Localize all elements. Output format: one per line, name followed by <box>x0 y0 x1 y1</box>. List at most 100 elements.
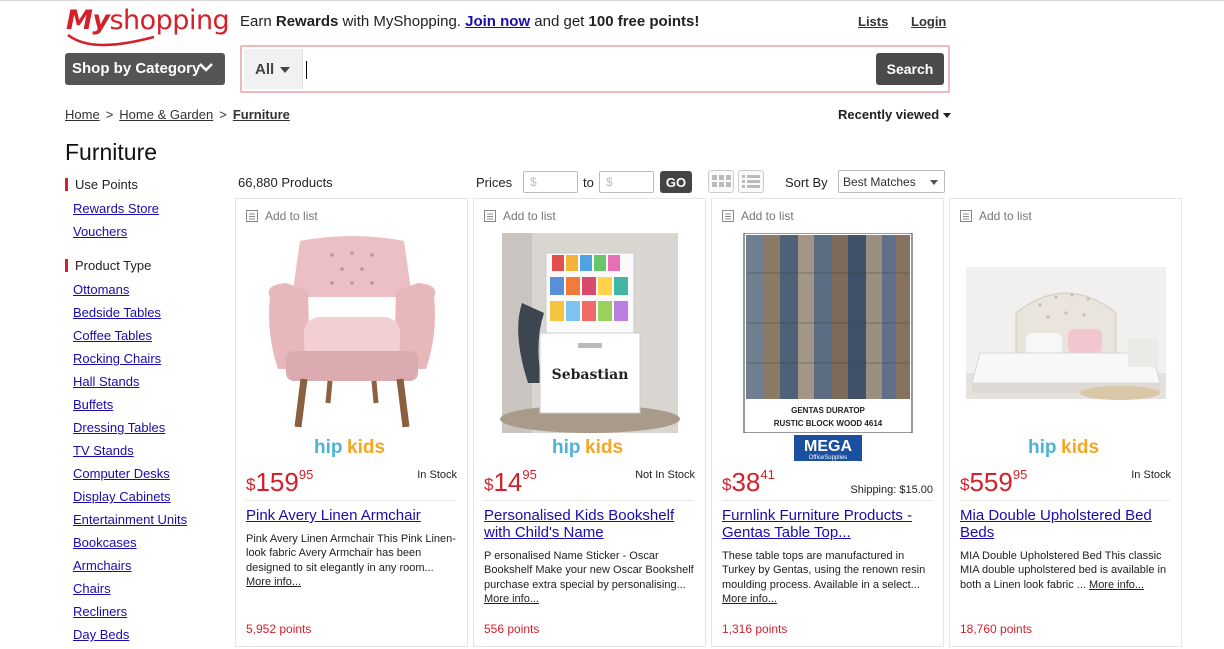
sidebar-item-bookcases: Bookcases <box>73 535 137 550</box>
svg-text:kids: kids <box>347 437 385 458</box>
chevron-down-icon <box>199 63 213 72</box>
product-card[interactable]: Add to list Sebastian hip kids $1495 Not … <box>473 198 706 647</box>
list-icon <box>484 210 496 222</box>
list-view-icon <box>742 175 760 188</box>
sidebar-item-buffets: Buffets <box>73 397 114 412</box>
product-price: $3841 <box>722 467 775 497</box>
list-icon <box>246 210 258 222</box>
more-info-link[interactable]: More info... <box>1089 579 1144 591</box>
breadcrumb-furniture[interactable]: Furniture <box>233 107 290 122</box>
reward-points: 1,316 points <box>722 622 788 636</box>
page-title: Furniture <box>65 139 158 165</box>
svg-text:hip: hip <box>552 437 581 458</box>
product-image-table-top: GENTAS DURATOP RUSTIC BLOCK WOOD 4614 <box>743 233 913 433</box>
more-info-link[interactable]: More info... <box>246 576 301 588</box>
breadcrumb: Home > Home & Garden > Furniture <box>65 107 290 122</box>
shop-by-category-label: Shop by Category <box>72 60 201 77</box>
svg-text:kids: kids <box>1061 437 1099 458</box>
product-price: $1495 <box>484 467 537 497</box>
bookshelf-name-text: Sebastian <box>552 367 629 383</box>
more-info-link[interactable]: More info... <box>484 593 539 605</box>
svg-text:hip: hip <box>314 437 343 458</box>
product-title-link[interactable]: Pink Avery Linen Armchair <box>246 507 460 524</box>
sidebar-filters: Use Points Rewards Store Vouchers Produc… <box>65 176 225 649</box>
svg-text:OfficeSupplies: OfficeSupplies <box>809 455 848 461</box>
sidebar-item-vouchers: Vouchers <box>73 224 128 239</box>
product-card[interactable]: Add to list hip kids $55995 In Stock Mia … <box>949 198 1182 647</box>
product-price: $15995 <box>246 467 314 497</box>
sidebar-item-display-cabinets: Display Cabinets <box>73 489 171 504</box>
product-image-bookshelf: Sebastian <box>500 233 680 433</box>
lists-link[interactable]: Lists <box>858 14 888 29</box>
caret-down-icon <box>930 180 938 185</box>
stock-status: In Stock <box>1131 469 1171 481</box>
grid-view-icon <box>712 175 731 187</box>
search-input[interactable] <box>304 49 874 89</box>
product-image-armchair <box>268 236 436 428</box>
facet-heading-product-type: Product Type <box>65 259 225 272</box>
add-to-list-button[interactable]: Add to list <box>484 209 556 223</box>
top-border <box>0 0 1224 1</box>
shop-by-category-button[interactable]: Shop by Category <box>65 53 225 85</box>
price-min-input[interactable]: $ <box>523 171 578 193</box>
prices-label: Prices <box>476 175 513 190</box>
sidebar-item-day-beds: Day Beds <box>73 627 130 642</box>
sidebar-item-recliners: Recliners <box>73 604 128 619</box>
sidebar-item-rocking-chairs: Rocking Chairs <box>73 351 162 366</box>
sidebar-item-hall-stands: Hall Stands <box>73 374 140 389</box>
sidebar-item-dressing-tables: Dressing Tables <box>73 420 166 435</box>
caret-down-icon <box>943 113 952 119</box>
sort-by-select[interactable]: Best Matches <box>838 170 945 193</box>
product-card[interactable]: Add to list GENTAS DURATOP RUSTIC BLOCK … <box>711 198 944 647</box>
add-to-list-button[interactable]: Add to list <box>960 209 1032 223</box>
product-image-bed <box>966 267 1166 400</box>
brand-logo-hipkids: hip kids <box>246 435 458 459</box>
recently-viewed-dropdown[interactable]: Recently viewed <box>838 107 952 122</box>
join-now-link[interactable]: Join now <box>465 13 530 30</box>
sidebar-item-bedside-tables: Bedside Tables <box>73 305 161 320</box>
list-icon <box>722 210 734 222</box>
rewards-promo: Earn Rewards with MyShopping. Join now a… <box>240 13 700 30</box>
product-price: $55995 <box>960 467 1028 497</box>
search-scope-dropdown[interactable]: All <box>244 49 303 89</box>
product-title-link[interactable]: Furnlink Furniture Products - Gentas Tab… <box>722 507 936 541</box>
breadcrumb-home[interactable]: Home <box>65 107 100 122</box>
reward-points: 18,760 points <box>960 622 1033 636</box>
search-bar: All Search <box>240 45 950 93</box>
sidebar-item-rewards-store: Rewards Store <box>73 201 159 216</box>
product-description: Pink Avery Linen Armchair This Pink Line… <box>246 533 456 588</box>
shipping-cost: Shipping: $15.00 <box>850 484 933 496</box>
svg-text:MEGA: MEGA <box>804 438 852 455</box>
product-description: MIA Double Upholstered Bed This classic … <box>960 550 1167 591</box>
add-to-list-button[interactable]: Add to list <box>246 209 318 223</box>
brand-logo-mega: MEGA OfficeSupplies <box>722 435 934 461</box>
grid-view-button[interactable] <box>708 170 734 193</box>
sidebar-item-ottomans: Ottomans <box>73 282 130 297</box>
sidebar-item-chairs: Chairs <box>73 581 111 596</box>
image-caption-2: RUSTIC BLOCK WOOD 4614 <box>774 419 883 428</box>
price-to-label: to <box>583 175 594 190</box>
sidebar-item-coffee-tables: Coffee Tables <box>73 328 153 343</box>
facet-heading-use-points: Use Points <box>65 178 225 191</box>
reward-points: 5,952 points <box>246 622 312 636</box>
price-max-input[interactable]: $ <box>599 171 654 193</box>
add-to-list-button[interactable]: Add to list <box>722 209 794 223</box>
product-title-link[interactable]: Personalised Kids Bookshelf with Child's… <box>484 507 698 541</box>
svg-text:kids: kids <box>585 437 623 458</box>
breadcrumb-home-garden[interactable]: Home & Garden <box>119 107 213 122</box>
list-icon <box>960 210 972 222</box>
logo-swoosh-icon <box>67 33 155 47</box>
product-title-link[interactable]: Mia Double Upholstered Bed Beds <box>960 507 1174 541</box>
product-count: 66,880 Products <box>238 175 333 190</box>
product-type-list: Ottomans Bedside Tables Coffee Tables Ro… <box>73 282 225 649</box>
more-info-link[interactable]: More info... <box>722 593 777 605</box>
stock-status: Not In Stock <box>635 469 695 481</box>
login-link[interactable]: Login <box>911 14 946 29</box>
product-card[interactable]: Add to list hip kids $15995 In Stock Pink… <box>235 198 468 647</box>
search-button[interactable]: Search <box>876 53 944 85</box>
sidebar-item-tv-stands: TV Stands <box>73 443 134 458</box>
list-view-button[interactable] <box>738 170 764 193</box>
myshopping-logo[interactable]: Myshopping <box>66 5 230 47</box>
price-go-button[interactable]: GO <box>660 171 692 193</box>
use-points-list: Rewards Store Vouchers <box>73 201 225 247</box>
